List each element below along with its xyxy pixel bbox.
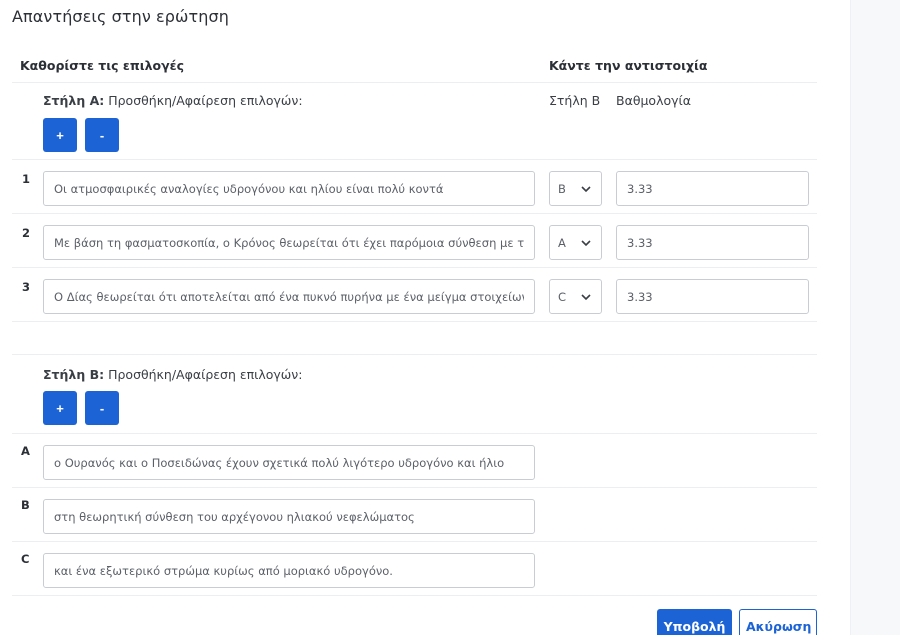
row-number: 3 [22,280,31,294]
divider [12,159,817,160]
row-letter: C [21,552,30,566]
column-a-label: Στήλη Α: Προσθήκη/Αφαίρεση επιλογών: [43,93,303,108]
score-input[interactable] [616,171,809,206]
column-a-remove-button[interactable]: - [85,118,119,152]
divider [12,82,817,83]
row-number: 1 [22,172,31,186]
match-select-value: B [558,181,566,196]
divider [12,213,817,214]
divider [12,541,817,542]
page-title: Απαντήσεις στην ερώτηση [12,7,230,26]
column-b-option-input[interactable] [43,553,535,588]
left-section-header: Καθορίστε τις επιλογές [20,58,184,73]
divider [12,595,817,596]
match-select-value: C [558,289,567,304]
column-a-option-input[interactable] [43,171,535,206]
column-b-label-bold: Στήλη Β: [43,367,105,382]
divider [12,354,817,355]
chevron-down-icon [581,294,591,301]
match-select[interactable]: C [549,279,602,314]
row-letter: B [21,498,30,512]
column-b-option-input[interactable] [43,445,535,480]
divider [12,487,817,488]
column-a-option-input[interactable] [43,225,535,260]
column-b-label: Στήλη Β: Προσθήκη/Αφαίρεση επιλογών: [43,367,302,382]
column-a-label-bold: Στήλη Α: [43,93,105,108]
chevron-down-icon [581,186,591,193]
chevron-down-icon [581,240,591,247]
score-input[interactable] [616,279,809,314]
side-background [850,0,900,635]
page: Απαντήσεις στην ερώτηση Καθορίστε τις επ… [0,0,900,635]
divider [12,321,817,322]
match-select-value: A [558,235,566,250]
cancel-button[interactable]: Ακύρωση [739,609,817,635]
column-b-header: Στήλη Β [549,93,601,108]
match-select[interactable]: A [549,225,602,260]
score-input[interactable] [616,225,809,260]
column-a-label-text: Προσθήκη/Αφαίρεση επιλογών: [104,93,303,108]
divider [12,267,817,268]
column-b-add-button[interactable]: + [43,391,77,425]
row-letter: A [21,444,30,458]
match-select[interactable]: B [549,171,602,206]
right-section-header: Κάντε την αντιστοιχία [549,58,708,73]
column-a-add-button[interactable]: + [43,118,77,152]
column-b-label-text: Προσθήκη/Αφαίρεση επιλογών: [104,367,303,382]
row-number: 2 [22,226,31,240]
score-header: Βαθμολογία [616,93,691,108]
column-b-option-input[interactable] [43,499,535,534]
column-a-option-input[interactable] [43,279,535,314]
divider [12,433,817,434]
submit-button[interactable]: Υποβολή [657,609,732,635]
column-b-remove-button[interactable]: - [85,391,119,425]
answers-panel: Απαντήσεις στην ερώτηση Καθορίστε τις επ… [0,0,850,635]
